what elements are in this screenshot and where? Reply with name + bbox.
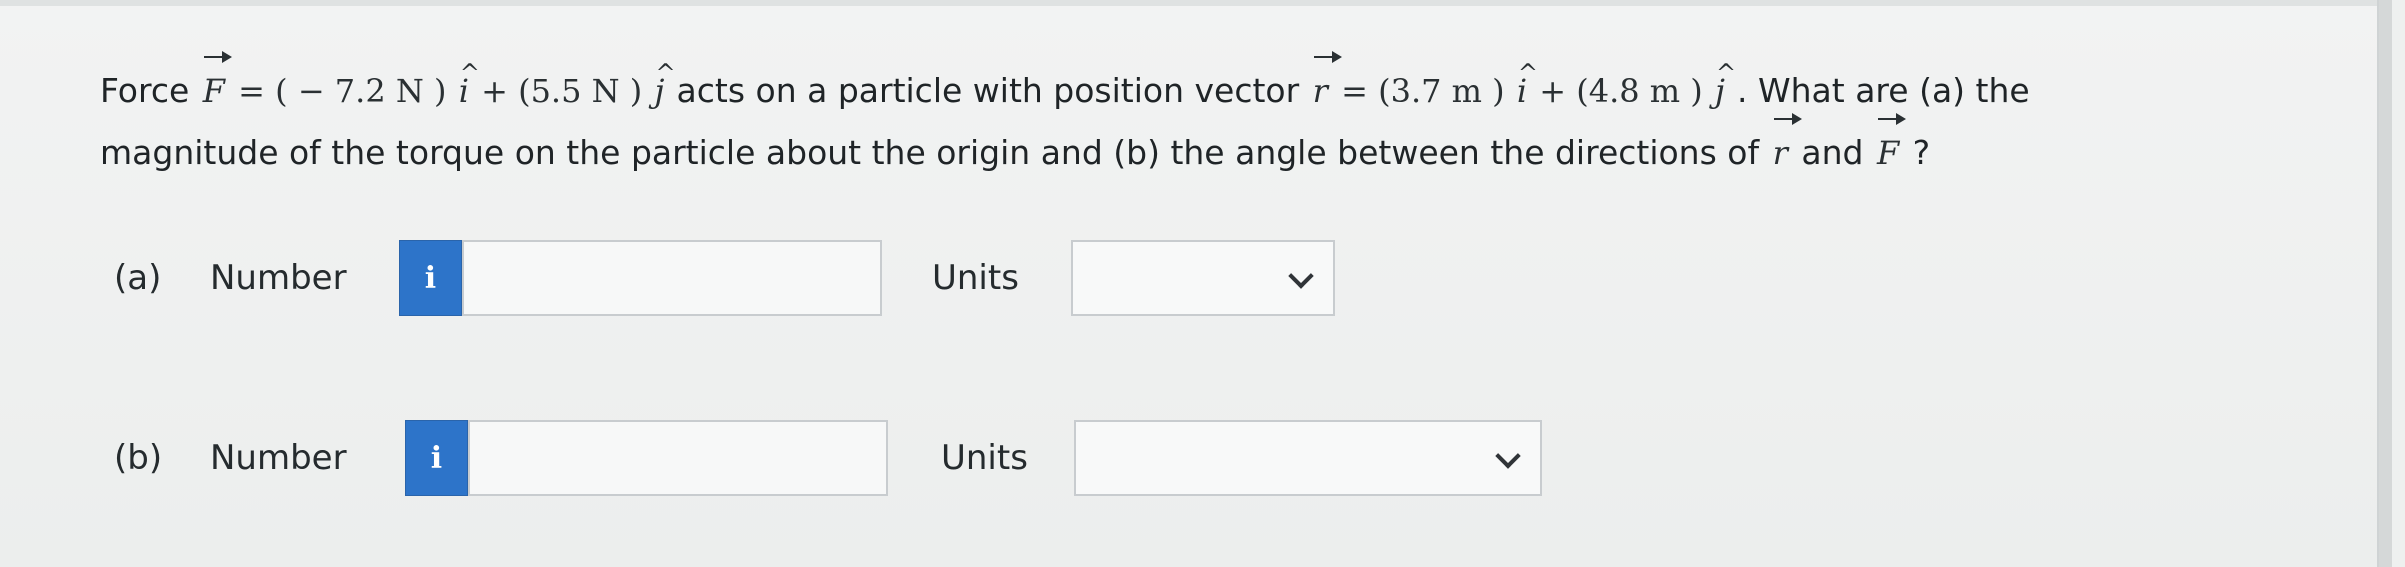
- chevron-down-icon: [1288, 263, 1314, 289]
- question-middle-text: acts on a particle with position vector: [676, 71, 1310, 110]
- and-text: and: [1801, 133, 1874, 172]
- part-b-label: (b): [114, 438, 163, 478]
- part-a-number-input[interactable]: [462, 240, 882, 316]
- part-b-number-input[interactable]: [468, 420, 888, 496]
- unit-vector-i: i: [1515, 42, 1538, 122]
- unit-vector-i: i: [457, 42, 480, 122]
- question-text: Force F = ( − 7.2 N ) i + (5.5 N ) j act…: [100, 42, 2350, 184]
- scrollbar-track[interactable]: [2377, 0, 2392, 567]
- chevron-down-icon: [1495, 443, 1521, 469]
- position-x-component: = (3.7 m ): [1341, 72, 1505, 110]
- part-a-info-icon[interactable]: i: [399, 240, 462, 316]
- part-a-answer-row: (a) Number i Units: [114, 240, 1634, 320]
- unit-vector-j: j: [1713, 42, 1736, 122]
- part-a-units-select[interactable]: [1071, 240, 1335, 316]
- force-vector-symbol: F: [1874, 113, 1907, 184]
- force-vector-symbol: F: [200, 51, 233, 122]
- position-vector-symbol: r: [1770, 113, 1803, 184]
- part-b-info-icon[interactable]: i: [405, 420, 468, 496]
- unit-vector-j: j: [652, 42, 675, 122]
- question-line-2-suffix: ?: [1912, 133, 1931, 172]
- part-b-answer-row: (b) Number i Units: [114, 420, 1634, 500]
- top-divider: [0, 0, 2392, 6]
- position-expression: r = (3.7 m ) i + (4.8 m ) j: [1310, 42, 1737, 110]
- question-line-2-text: magnitude of the torque on the particle …: [100, 133, 1770, 172]
- force-x-component: = ( − 7.2 N ): [238, 72, 447, 110]
- force-expression: F = ( − 7.2 N ) i + (5.5 N ) j: [200, 42, 677, 110]
- part-b-number-label: Number: [210, 438, 347, 478]
- part-a-number-label: Number: [210, 258, 347, 298]
- position-y-component: + (4.8 m ): [1539, 72, 1703, 110]
- force-prefix: Force: [100, 71, 190, 110]
- question-line-1: Force F = ( − 7.2 N ) i + (5.5 N ) j act…: [100, 42, 2350, 122]
- part-a-units-label: Units: [932, 258, 1019, 298]
- force-y-component: + (5.5 N ): [481, 72, 643, 110]
- part-a-label: (a): [114, 258, 162, 298]
- question-panel: Force F = ( − 7.2 N ) i + (5.5 N ) j act…: [0, 0, 2392, 567]
- part-b-units-select[interactable]: [1074, 420, 1542, 496]
- question-line-1-suffix: . What are (a) the: [1737, 71, 2030, 110]
- position-vector-symbol: r: [1310, 51, 1343, 122]
- question-line-2: magnitude of the torque on the particle …: [100, 113, 2350, 184]
- part-b-units-label: Units: [941, 438, 1028, 478]
